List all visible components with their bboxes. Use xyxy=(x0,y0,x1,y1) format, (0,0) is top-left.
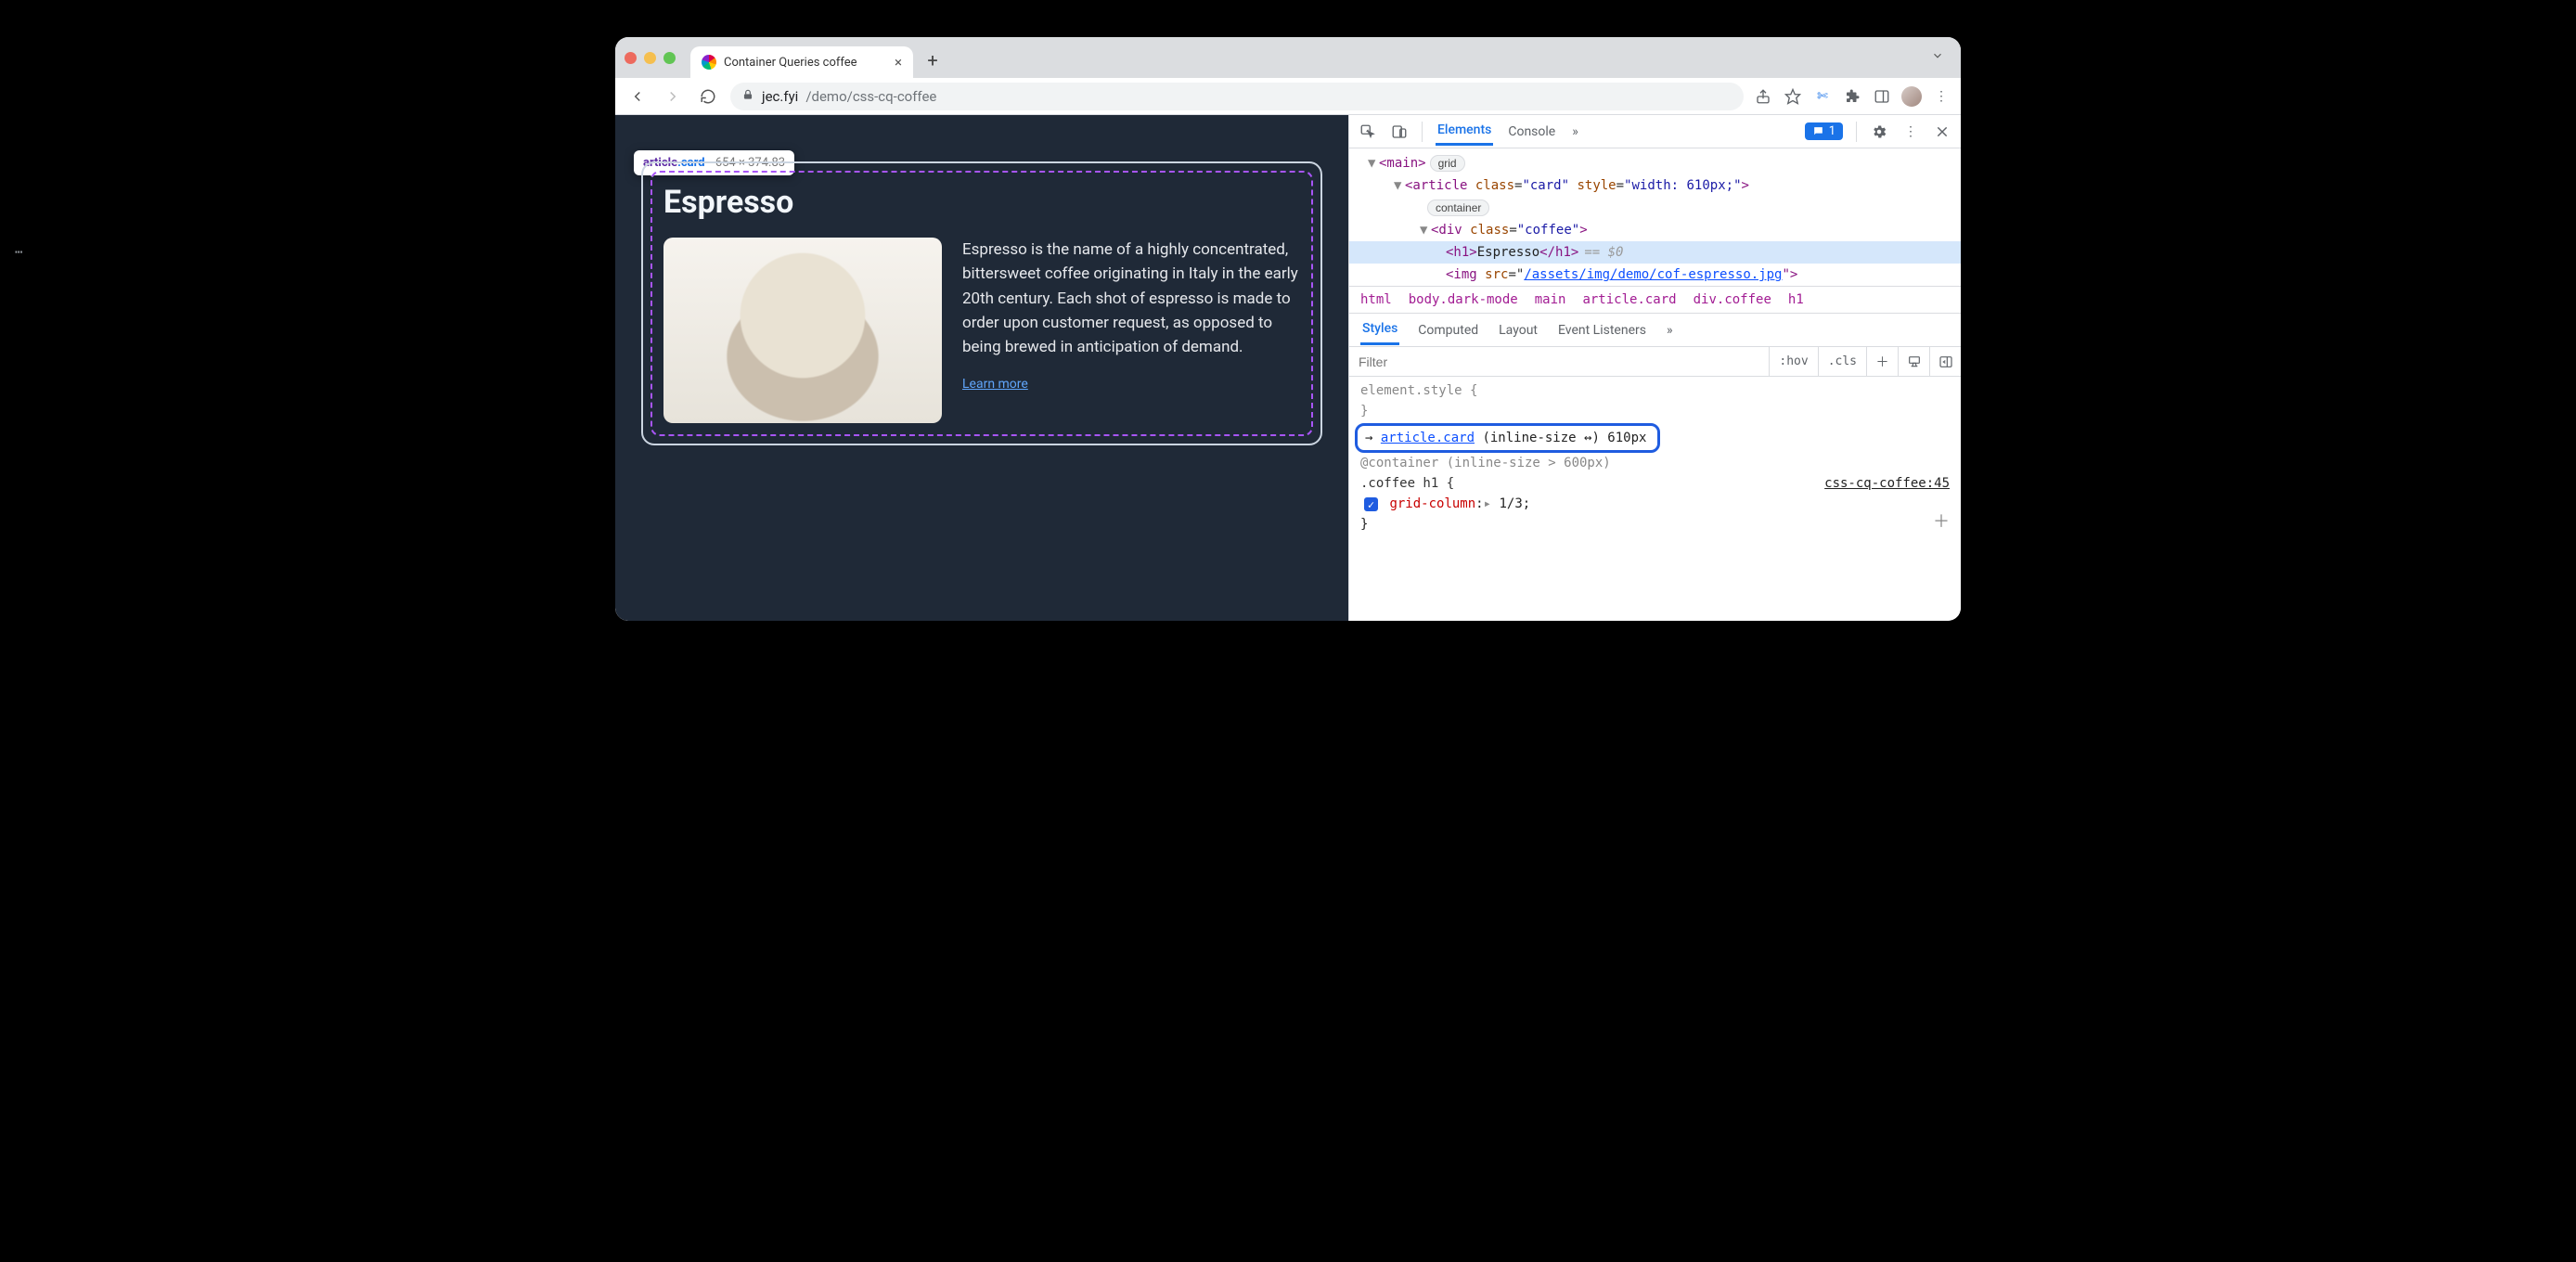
styles-filter-input[interactable] xyxy=(1349,354,1769,369)
toolbar-actions: ✄ ⋮ xyxy=(1753,86,1951,107)
browser-menu-button[interactable]: ⋮ xyxy=(1931,86,1951,107)
card-title: Espresso xyxy=(663,184,1300,221)
issues-badge[interactable]: 1 xyxy=(1805,122,1843,140)
sidepanel-icon[interactable] xyxy=(1872,86,1892,107)
card-description: Espresso is the name of a highly concent… xyxy=(962,238,1300,360)
browser-tab[interactable]: Container Queries coffee × xyxy=(690,46,913,78)
tab-favicon xyxy=(702,55,716,70)
container-query-indicator[interactable]: → article.card (inline-size ↔) 610px xyxy=(1355,423,1660,453)
minimize-window-icon[interactable] xyxy=(644,52,656,64)
maximize-window-icon[interactable] xyxy=(663,52,676,64)
issues-count: 1 xyxy=(1829,124,1835,138)
console-tab[interactable]: Console xyxy=(1506,119,1557,145)
bookmark-icon[interactable] xyxy=(1783,86,1803,107)
devtools-menu-icon[interactable]: ⋮ xyxy=(1901,122,1920,141)
reload-button[interactable] xyxy=(695,84,721,109)
url-path: /demo/css-cq-coffee xyxy=(805,88,936,105)
dom-breadcrumb: html body.dark-mode main article.card di… xyxy=(1349,286,1961,314)
lock-icon xyxy=(741,88,754,105)
card-article: Espresso Espresso is the name of a highl… xyxy=(641,161,1322,445)
forward-button[interactable] xyxy=(660,84,686,109)
hov-toggle[interactable]: :hov xyxy=(1769,347,1817,376)
device-toggle-icon[interactable] xyxy=(1390,122,1409,141)
rendered-page: article.card 654 × 374.83 Espresso Espre… xyxy=(615,115,1348,621)
profile-avatar[interactable] xyxy=(1901,86,1922,107)
selected-dom-node[interactable]: ⋯<h1>Espresso</h1>== $0 xyxy=(1349,241,1961,264)
add-property-button[interactable]: ＋ xyxy=(1933,512,1950,533)
new-style-rule-button[interactable]: ＋ xyxy=(1866,347,1898,376)
learn-more-link[interactable]: Learn more xyxy=(962,377,1028,392)
new-tab-button[interactable]: + xyxy=(919,46,947,74)
styles-tab[interactable]: Styles xyxy=(1360,315,1399,345)
window-controls xyxy=(625,52,676,64)
collapse-tabs-icon[interactable] xyxy=(1924,45,1951,70)
devtools-panel: Elements Console » 1 ⋮ ▼<main>g xyxy=(1348,115,1961,621)
event-listeners-tab[interactable]: Event Listeners xyxy=(1556,316,1648,344)
computed-tab[interactable]: Computed xyxy=(1416,316,1480,344)
computed-sidebar-icon[interactable] xyxy=(1929,347,1961,376)
layout-tab[interactable]: Layout xyxy=(1497,316,1539,344)
property-toggle-checkbox[interactable]: ✓ xyxy=(1364,497,1378,511)
coffee-image xyxy=(663,238,942,423)
tab-strip: Container Queries coffee × + xyxy=(615,37,1961,78)
styles-rules[interactable]: element.style { } → article.card (inline… xyxy=(1349,377,1961,534)
element-style-block: element.style { xyxy=(1360,380,1950,401)
styles-filter-bar: :hov .cls ＋ xyxy=(1349,347,1961,377)
breadcrumb-item[interactable]: body.dark-mode xyxy=(1409,292,1518,307)
tab-title: Container Queries coffee xyxy=(724,56,857,70)
inspect-icon[interactable] xyxy=(1359,122,1377,141)
rule-source-link[interactable]: css-cq-coffee:45 xyxy=(1824,473,1950,494)
styles-more-tabs[interactable]: » xyxy=(1665,316,1675,344)
devtools-close-icon[interactable] xyxy=(1933,122,1951,141)
container-badge[interactable]: container xyxy=(1427,200,1489,216)
browser-toolbar: jec.fyi/demo/css-cq-coffee ✄ ⋮ xyxy=(615,78,1961,115)
settings-icon[interactable] xyxy=(1870,122,1888,141)
share-icon[interactable] xyxy=(1753,86,1773,107)
scissors-icon[interactable]: ✄ xyxy=(1812,86,1833,107)
render-emulations-icon[interactable] xyxy=(1898,347,1929,376)
breadcrumb-item[interactable]: main xyxy=(1535,292,1566,307)
devtools-toolbar: Elements Console » 1 ⋮ xyxy=(1349,115,1961,148)
elements-tab[interactable]: Elements xyxy=(1436,117,1493,146)
breadcrumb-item[interactable]: html xyxy=(1360,292,1392,307)
more-tabs-button[interactable]: » xyxy=(1570,119,1580,145)
address-bar[interactable]: jec.fyi/demo/css-cq-coffee xyxy=(730,83,1744,110)
url-host: jec.fyi xyxy=(762,88,798,105)
breadcrumb-item[interactable]: h1 xyxy=(1788,292,1804,307)
grid-badge[interactable]: grid xyxy=(1430,155,1465,172)
breadcrumb-item[interactable]: article.card xyxy=(1582,292,1676,307)
extensions-icon[interactable] xyxy=(1842,86,1862,107)
close-window-icon[interactable] xyxy=(625,52,637,64)
styles-subtabs: Styles Computed Layout Event Listeners » xyxy=(1349,314,1961,347)
tab-close-button[interactable]: × xyxy=(895,54,902,71)
img-src-link[interactable]: /assets/img/demo/cof-espresso.jpg xyxy=(1524,267,1782,282)
cls-toggle[interactable]: .cls xyxy=(1818,347,1866,376)
breadcrumb-item[interactable]: div.coffee xyxy=(1694,292,1771,307)
cq-selector-link[interactable]: article.card xyxy=(1381,431,1475,445)
dom-tree[interactable]: ▼<main>grid ▼<article class="card" style… xyxy=(1349,148,1961,286)
back-button[interactable] xyxy=(625,84,650,109)
